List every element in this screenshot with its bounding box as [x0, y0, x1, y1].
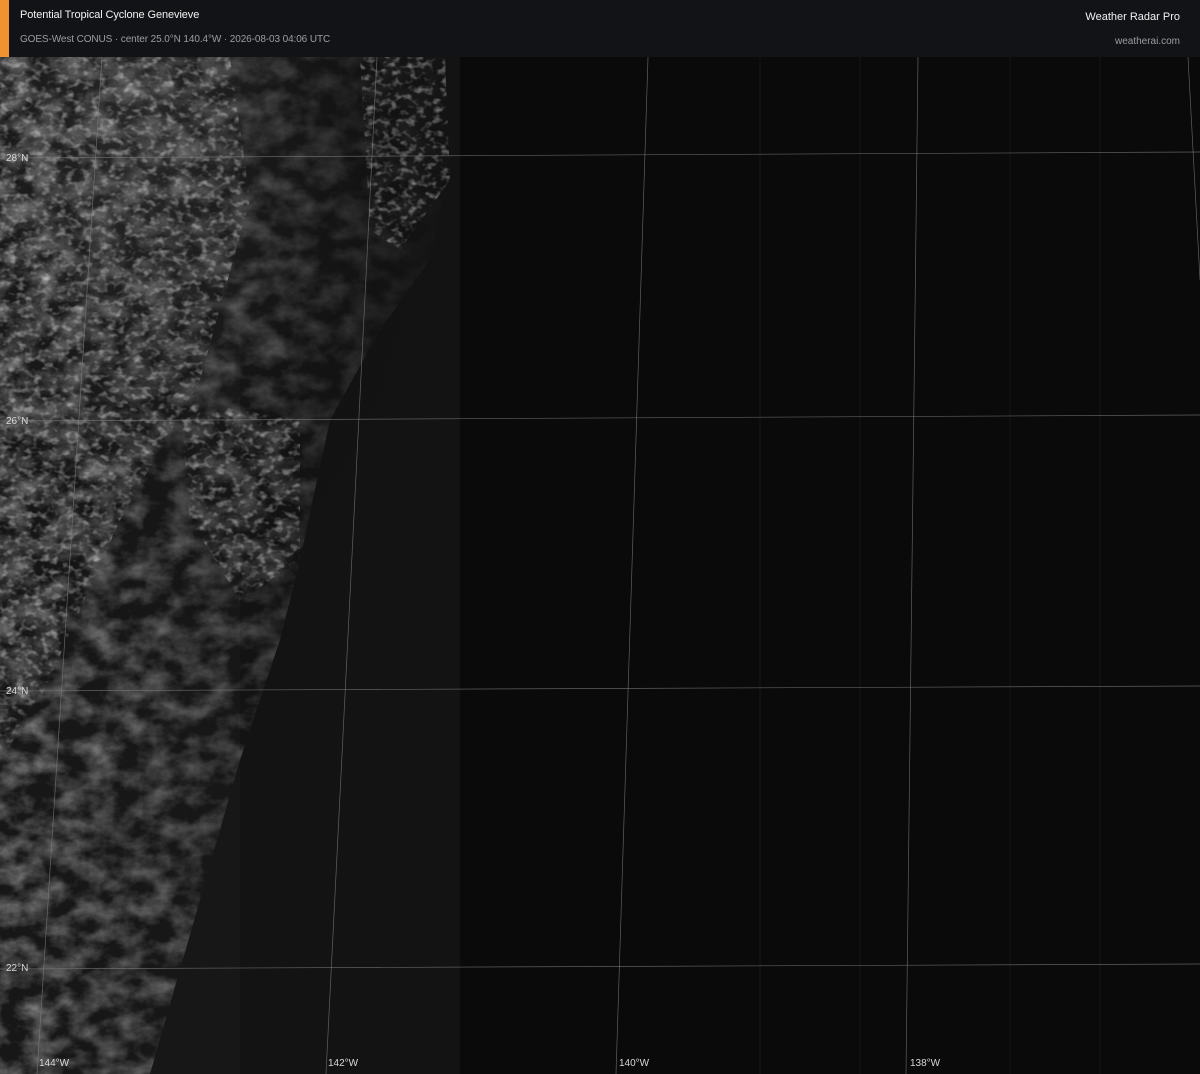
lat-label-28: 28°N [6, 153, 29, 164]
lon-label-138: 138°W [910, 1058, 941, 1069]
lat-label-26: 26°N [6, 416, 29, 427]
header-bar: Potential Tropical Cyclone Genevieve GOE… [0, 0, 1200, 57]
lon-label-142: 142°W [328, 1058, 359, 1069]
satellite-image-canvas [0, 57, 1200, 1074]
storm-title: Potential Tropical Cyclone Genevieve [20, 9, 200, 21]
lat-label-22: 22°N [6, 963, 29, 974]
satellite-map-view: Potential Tropical Cyclone Genevieve GOE… [0, 0, 1200, 1074]
lon-label-144: 144°W [39, 1058, 70, 1069]
brand-name: Weather Radar Pro [1085, 11, 1180, 23]
image-metadata: GOES-West CONUS · center 25.0°N 140.4°W … [20, 34, 331, 45]
lon-label-140: 140°W [619, 1058, 650, 1069]
brand-url[interactable]: weatherai.com [1115, 36, 1180, 47]
header-accent-stripe [0, 0, 9, 57]
satellite-imagery[interactable]: 28°N 26°N 24°N 22°N 144°W 142°W 140°W 13… [0, 57, 1200, 1074]
lat-label-24: 24°N [6, 686, 29, 697]
